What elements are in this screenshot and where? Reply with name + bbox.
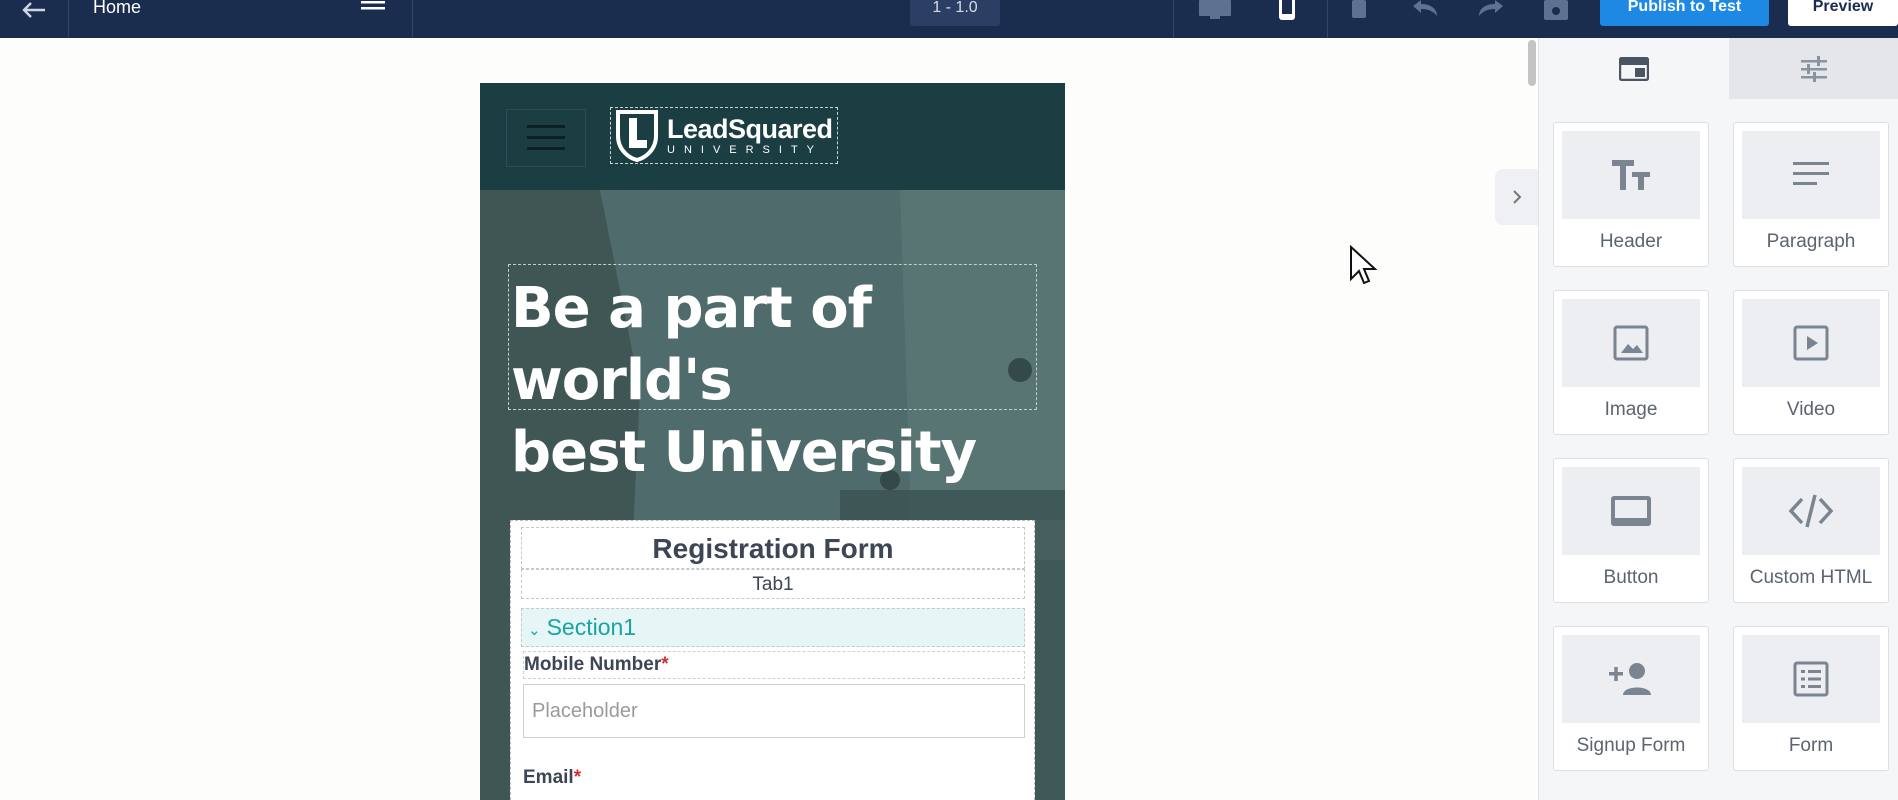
menu-icon[interactable] — [360, 0, 386, 16]
mouse-cursor-icon — [1349, 244, 1378, 292]
preview-button[interactable]: Preview — [1788, 0, 1898, 26]
site-logo[interactable]: LeadSquared UNIVERSITY — [610, 107, 838, 164]
divider — [412, 0, 413, 38]
image-icon — [1613, 325, 1649, 361]
save-icon[interactable] — [1542, 0, 1570, 22]
paragraph-icon — [1793, 162, 1829, 185]
required-mark: * — [573, 767, 582, 788]
widget-paragraph[interactable]: Paragraph — [1733, 122, 1889, 267]
shield-logo-icon — [616, 109, 658, 162]
widget-signup-form[interactable]: Signup Form — [1553, 626, 1709, 771]
panel-collapse-chevron-icon[interactable] — [1495, 169, 1539, 225]
delete-icon[interactable] — [1349, 0, 1369, 22]
tab-layout[interactable] — [1539, 38, 1729, 99]
widget-video[interactable]: Video — [1733, 290, 1889, 435]
form-title: Registration Form — [521, 527, 1025, 569]
hero-line-1: Be a part of world's — [511, 276, 872, 413]
scrollbar[interactable] — [1528, 40, 1536, 86]
section-label: Section1 — [546, 614, 637, 640]
logo-sub-text: UNIVERSITY — [667, 143, 824, 156]
registration-form[interactable]: Registration Form Tab1 ⌄ Section1 Mobile … — [510, 520, 1035, 800]
button-icon — [1611, 496, 1651, 526]
hero-heading: Be a part of world's best University — [509, 265, 1036, 489]
widget-label: Image — [1604, 399, 1658, 420]
zoom-level[interactable]: 1 - 1.0 — [910, 0, 1000, 26]
hamburger-menu-icon[interactable] — [506, 109, 586, 167]
widget-label: Form — [1788, 735, 1834, 756]
chevron-down-icon: ⌄ — [528, 622, 541, 639]
widget-label: Signup Form — [1576, 735, 1686, 756]
code-icon — [1788, 494, 1834, 528]
form-section-header[interactable]: ⌄ Section1 — [521, 608, 1025, 647]
widget-label: Paragraph — [1766, 231, 1856, 252]
required-mark: * — [661, 654, 669, 675]
widget-custom-html[interactable]: Custom HTML — [1733, 458, 1889, 603]
form-tab[interactable]: Tab1 — [521, 569, 1025, 599]
add-user-icon — [1609, 663, 1651, 695]
mobile-number-input[interactable]: Placeholder — [523, 684, 1025, 738]
widget-header[interactable]: Header — [1553, 122, 1709, 267]
hero-heading-block[interactable]: Be a part of world's best University — [508, 264, 1037, 485]
settings-sliders-icon — [1801, 55, 1827, 82]
back-arrow-icon[interactable] — [14, 0, 54, 20]
widget-form[interactable]: Form — [1733, 626, 1889, 771]
tab-settings[interactable] — [1729, 38, 1898, 99]
redo-icon[interactable] — [1476, 0, 1506, 22]
widget-button[interactable]: Button — [1553, 458, 1709, 603]
divider — [68, 0, 69, 38]
publish-to-test-button[interactable]: Publish to Test — [1600, 0, 1769, 26]
page-name[interactable]: Home — [93, 0, 141, 18]
top-toolbar: Home 1 - 1.0 Publish to Test Preview — [0, 0, 1898, 38]
logo-main-text: LeadSquared — [667, 113, 833, 144]
mobile-number-label: Mobile Number* — [523, 651, 1025, 679]
email-label: Email* — [523, 767, 582, 788]
layout-icon — [1619, 56, 1649, 81]
widget-image[interactable]: Image — [1553, 290, 1709, 435]
mobile-preview-canvas: LeadSquared UNIVERSITY Be a part of worl… — [480, 83, 1065, 800]
hero-line-2: best University — [511, 420, 977, 485]
site-header: LeadSquared UNIVERSITY — [480, 83, 1065, 190]
widget-label: Header — [1599, 231, 1663, 252]
widget-label: Custom HTML — [1749, 567, 1873, 588]
text-size-icon — [1612, 160, 1650, 190]
divider — [1327, 0, 1328, 38]
desktop-icon[interactable] — [1195, 0, 1235, 22]
mobile-icon[interactable] — [1274, 0, 1300, 22]
form-icon — [1793, 661, 1829, 697]
video-icon — [1793, 325, 1829, 361]
widget-label: Video — [1786, 399, 1836, 420]
divider — [1173, 0, 1174, 38]
undo-icon[interactable] — [1410, 0, 1440, 22]
widget-label: Button — [1603, 567, 1659, 588]
